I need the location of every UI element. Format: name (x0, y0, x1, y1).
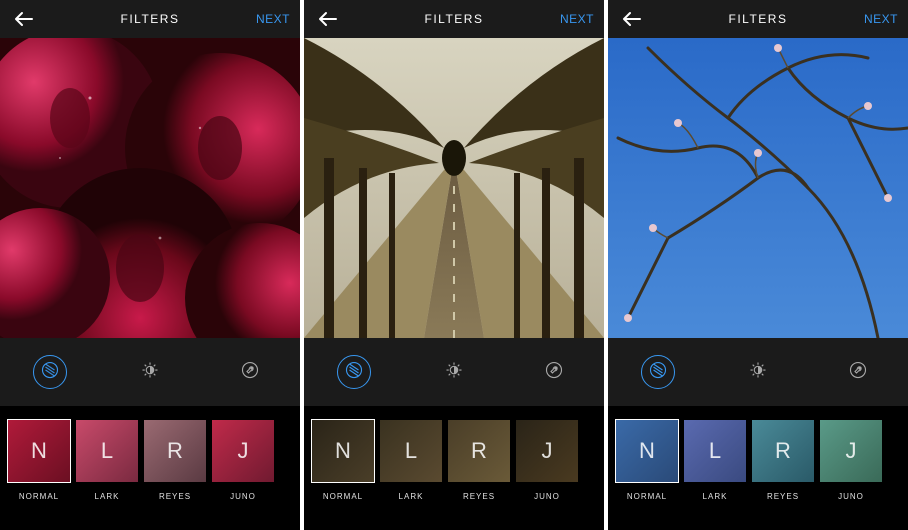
filter-label: LARK (399, 492, 424, 501)
filter-letter: L (709, 438, 721, 464)
filter-item-juno[interactable]: J JUNO (516, 420, 578, 501)
filter-tool-button[interactable] (33, 355, 67, 389)
filter-item-juno[interactable]: J JUNO (820, 420, 882, 501)
header: FILTERS NEXT (0, 0, 300, 38)
filter-letter: N (31, 438, 47, 464)
filter-thumb: L (684, 420, 746, 482)
filter-item-reyes[interactable]: R REYES (752, 420, 814, 501)
back-arrow-icon (318, 11, 338, 27)
page-title: FILTERS (729, 12, 788, 26)
filter-label: JUNO (534, 492, 560, 501)
filter-thumb: J (516, 420, 578, 482)
lux-icon (141, 361, 159, 384)
filter-letter: L (101, 438, 113, 464)
filter-thumb: L (380, 420, 442, 482)
back-arrow-icon (14, 11, 34, 27)
filter-letter: N (335, 438, 351, 464)
filter-item-normal[interactable]: N NORMAL (8, 420, 70, 501)
filter-letter: J (238, 438, 249, 464)
filter-letter: J (846, 438, 857, 464)
filter-label: NORMAL (19, 492, 59, 501)
filter-label: REYES (767, 492, 799, 501)
filter-label: REYES (463, 492, 495, 501)
page-title: FILTERS (121, 12, 180, 26)
filter-label: REYES (159, 492, 191, 501)
filter-item-lark[interactable]: L LARK (76, 420, 138, 501)
photo-preview[interactable] (304, 38, 604, 338)
filter-label: JUNO (838, 492, 864, 501)
filter-thumb: R (752, 420, 814, 482)
next-button[interactable]: NEXT (256, 12, 290, 26)
photo-preview[interactable] (0, 38, 300, 338)
filter-strip[interactable]: N NORMAL L LARK R REYES J JUNO (304, 406, 604, 530)
filter-thumb: N (616, 420, 678, 482)
tool-row (608, 338, 908, 406)
header: FILTERS NEXT (304, 0, 604, 38)
filter-label: LARK (703, 492, 728, 501)
filter-icon (345, 361, 363, 384)
filter-icon (649, 361, 667, 384)
edit-tool-button[interactable] (841, 355, 875, 389)
filter-thumb: R (144, 420, 206, 482)
wrench-icon (849, 361, 867, 384)
back-arrow-icon (622, 11, 642, 27)
lux-tool-button[interactable] (133, 355, 167, 389)
filter-item-normal[interactable]: N NORMAL (312, 420, 374, 501)
lux-tool-button[interactable] (437, 355, 471, 389)
filter-letter: R (471, 438, 487, 464)
lux-icon (749, 361, 767, 384)
filter-icon (41, 361, 59, 384)
screen-1: FILTERS NEXT (0, 0, 300, 530)
wrench-icon (545, 361, 563, 384)
filter-item-lark[interactable]: L LARK (380, 420, 442, 501)
filter-label: LARK (95, 492, 120, 501)
filter-strip[interactable]: N NORMAL L LARK R REYES J JUNO (0, 406, 300, 530)
filter-thumb: J (212, 420, 274, 482)
filter-thumb: N (312, 420, 374, 482)
filter-item-reyes[interactable]: R REYES (448, 420, 510, 501)
filter-tool-button[interactable] (641, 355, 675, 389)
edit-tool-button[interactable] (233, 355, 267, 389)
photo-preview[interactable] (608, 38, 908, 338)
filter-label: NORMAL (323, 492, 363, 501)
back-button[interactable] (8, 5, 40, 33)
header: FILTERS NEXT (608, 0, 908, 38)
filter-thumb: L (76, 420, 138, 482)
next-button[interactable]: NEXT (560, 12, 594, 26)
back-button[interactable] (312, 5, 344, 33)
filter-thumb: N (8, 420, 70, 482)
filter-item-juno[interactable]: J JUNO (212, 420, 274, 501)
page-title: FILTERS (425, 12, 484, 26)
filter-letter: R (167, 438, 183, 464)
filter-item-reyes[interactable]: R REYES (144, 420, 206, 501)
filter-letter: L (405, 438, 417, 464)
filter-item-normal[interactable]: N NORMAL (616, 420, 678, 501)
filter-item-lark[interactable]: L LARK (684, 420, 746, 501)
lux-tool-button[interactable] (741, 355, 775, 389)
edit-tool-button[interactable] (537, 355, 571, 389)
screen-3: FILTERS NEXT (608, 0, 908, 530)
filter-label: JUNO (230, 492, 256, 501)
next-button[interactable]: NEXT (864, 12, 898, 26)
filter-letter: N (639, 438, 655, 464)
filter-letter: J (542, 438, 553, 464)
filter-thumb: R (448, 420, 510, 482)
filter-letter: R (775, 438, 791, 464)
filter-tool-button[interactable] (337, 355, 371, 389)
filter-strip[interactable]: N NORMAL L LARK R REYES J JUNO (608, 406, 908, 530)
back-button[interactable] (616, 5, 648, 33)
screen-2: FILTERS NEXT (304, 0, 604, 530)
filter-thumb: J (820, 420, 882, 482)
lux-icon (445, 361, 463, 384)
filter-label: NORMAL (627, 492, 667, 501)
tool-row (0, 338, 300, 406)
wrench-icon (241, 361, 259, 384)
tool-row (304, 338, 604, 406)
